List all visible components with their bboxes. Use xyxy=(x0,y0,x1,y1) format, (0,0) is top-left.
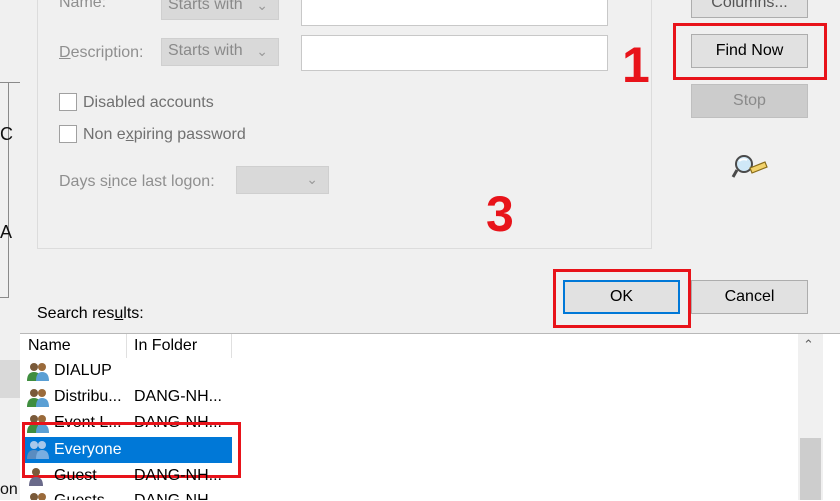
stop-button: Stop xyxy=(691,84,808,118)
user-icon xyxy=(29,468,43,486)
background-panel xyxy=(0,360,20,398)
row-name: Distribu... xyxy=(54,388,122,405)
scrollbar-thumb[interactable] xyxy=(800,438,821,500)
description-mode-select[interactable]: Starts with ⌄ xyxy=(161,38,279,66)
row-name: Guests xyxy=(54,492,105,500)
background-line xyxy=(8,82,9,297)
column-separator[interactable] xyxy=(126,334,127,358)
background-text: on xyxy=(0,481,18,498)
table-row[interactable]: Guest DANG-NH... xyxy=(24,463,234,489)
background-text: A xyxy=(0,222,13,242)
description-mode-value: Starts with xyxy=(168,42,243,59)
column-separator[interactable] xyxy=(231,334,232,358)
user-group-icon xyxy=(27,363,49,381)
non-expiring-password-label: Non expiring password xyxy=(83,126,246,143)
column-header-in-folder[interactable]: In Folder xyxy=(134,337,197,355)
non-expiring-password-checkbox[interactable] xyxy=(59,125,77,143)
ok-highlight xyxy=(553,269,691,328)
row-folder: DANG-NH... xyxy=(134,492,222,500)
column-header-name[interactable]: Name xyxy=(28,337,71,355)
scroll-up-icon[interactable]: ⌃ xyxy=(803,337,814,353)
background-line xyxy=(0,82,20,83)
columns-button[interactable]: Columns... xyxy=(691,0,808,18)
row-folder: DANG-NH... xyxy=(134,388,222,405)
user-group-icon xyxy=(30,493,46,500)
table-row[interactable]: Distribu... DANG-NH... xyxy=(24,385,234,411)
background-window xyxy=(0,0,20,500)
row-name: DIALUP xyxy=(54,362,112,379)
cancel-button[interactable]: Cancel xyxy=(691,280,808,314)
step-3-annotation: 3 xyxy=(486,186,514,242)
step-1-annotation: 1 xyxy=(622,37,650,93)
table-row[interactable]: DIALUP xyxy=(24,359,234,385)
user-group-icon xyxy=(27,389,49,407)
days-since-logon-select[interactable]: ⌄ xyxy=(236,166,329,194)
name-mode-select[interactable]: Starts with ⌄ xyxy=(161,0,279,20)
row-folder: DANG-NH... xyxy=(134,467,222,484)
description-label: Description: xyxy=(59,44,144,61)
description-input[interactable] xyxy=(301,35,608,71)
row-name: Guest xyxy=(54,467,97,484)
name-input[interactable] xyxy=(301,0,608,26)
name-mode-value: Starts with xyxy=(168,0,243,13)
name-label: Name: xyxy=(59,0,107,11)
chevron-down-icon: ⌄ xyxy=(256,0,268,13)
find-now-highlight xyxy=(673,23,827,80)
disabled-accounts-checkbox[interactable] xyxy=(59,93,77,111)
background-line xyxy=(0,297,9,298)
days-since-logon-label: Days since last logon: xyxy=(59,173,215,190)
background-text: C xyxy=(0,124,13,144)
disabled-accounts-label: Disabled accounts xyxy=(83,94,214,111)
chevron-down-icon: ⌄ xyxy=(256,43,268,59)
table-row[interactable]: Guests DANG-NH... xyxy=(24,489,234,500)
chevron-down-icon: ⌄ xyxy=(306,171,318,187)
search-results-label: Search results: xyxy=(37,305,144,322)
search-flashlight-icon xyxy=(731,155,768,178)
